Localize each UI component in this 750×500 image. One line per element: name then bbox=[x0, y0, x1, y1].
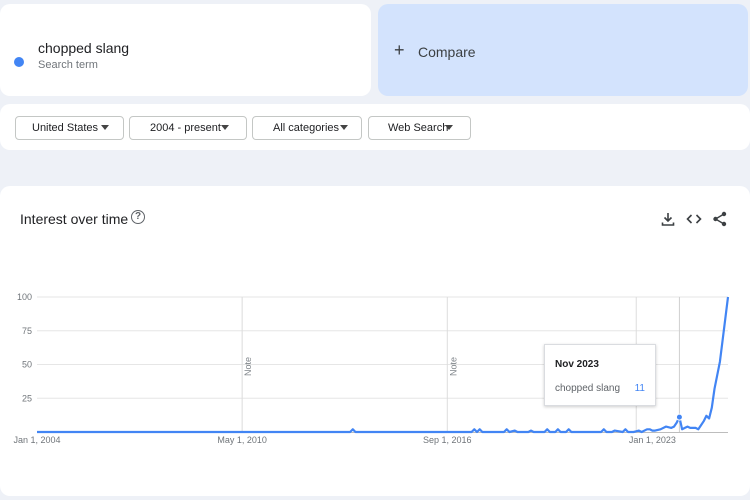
tooltip-date: Nov 2023 bbox=[555, 359, 599, 370]
y-tick-label: 100 bbox=[17, 292, 32, 302]
x-tick-label: Jan 1, 2004 bbox=[13, 435, 60, 445]
y-tick-label: 25 bbox=[22, 393, 32, 403]
hover-data-point bbox=[675, 413, 683, 421]
x-tick-label: Sep 1, 2016 bbox=[423, 435, 472, 445]
x-tick-label: Jan 1, 2023 bbox=[629, 435, 676, 445]
y-tick-label: 50 bbox=[22, 360, 32, 370]
note-annotation: Note bbox=[448, 357, 458, 376]
y-tick-label: 75 bbox=[22, 326, 32, 336]
chart-tooltip: Nov 2023 chopped slang 11 bbox=[544, 344, 656, 406]
tooltip-value: 11 bbox=[634, 383, 645, 394]
note-annotation: Note bbox=[243, 357, 253, 376]
x-tick-label: May 1, 2010 bbox=[217, 435, 267, 445]
interest-line-chart: 100 75 50 25 Jan 1, 2004 May 1, 2010 Sep 1, 20… bbox=[13, 292, 730, 445]
tooltip-term: chopped slang bbox=[555, 383, 621, 394]
